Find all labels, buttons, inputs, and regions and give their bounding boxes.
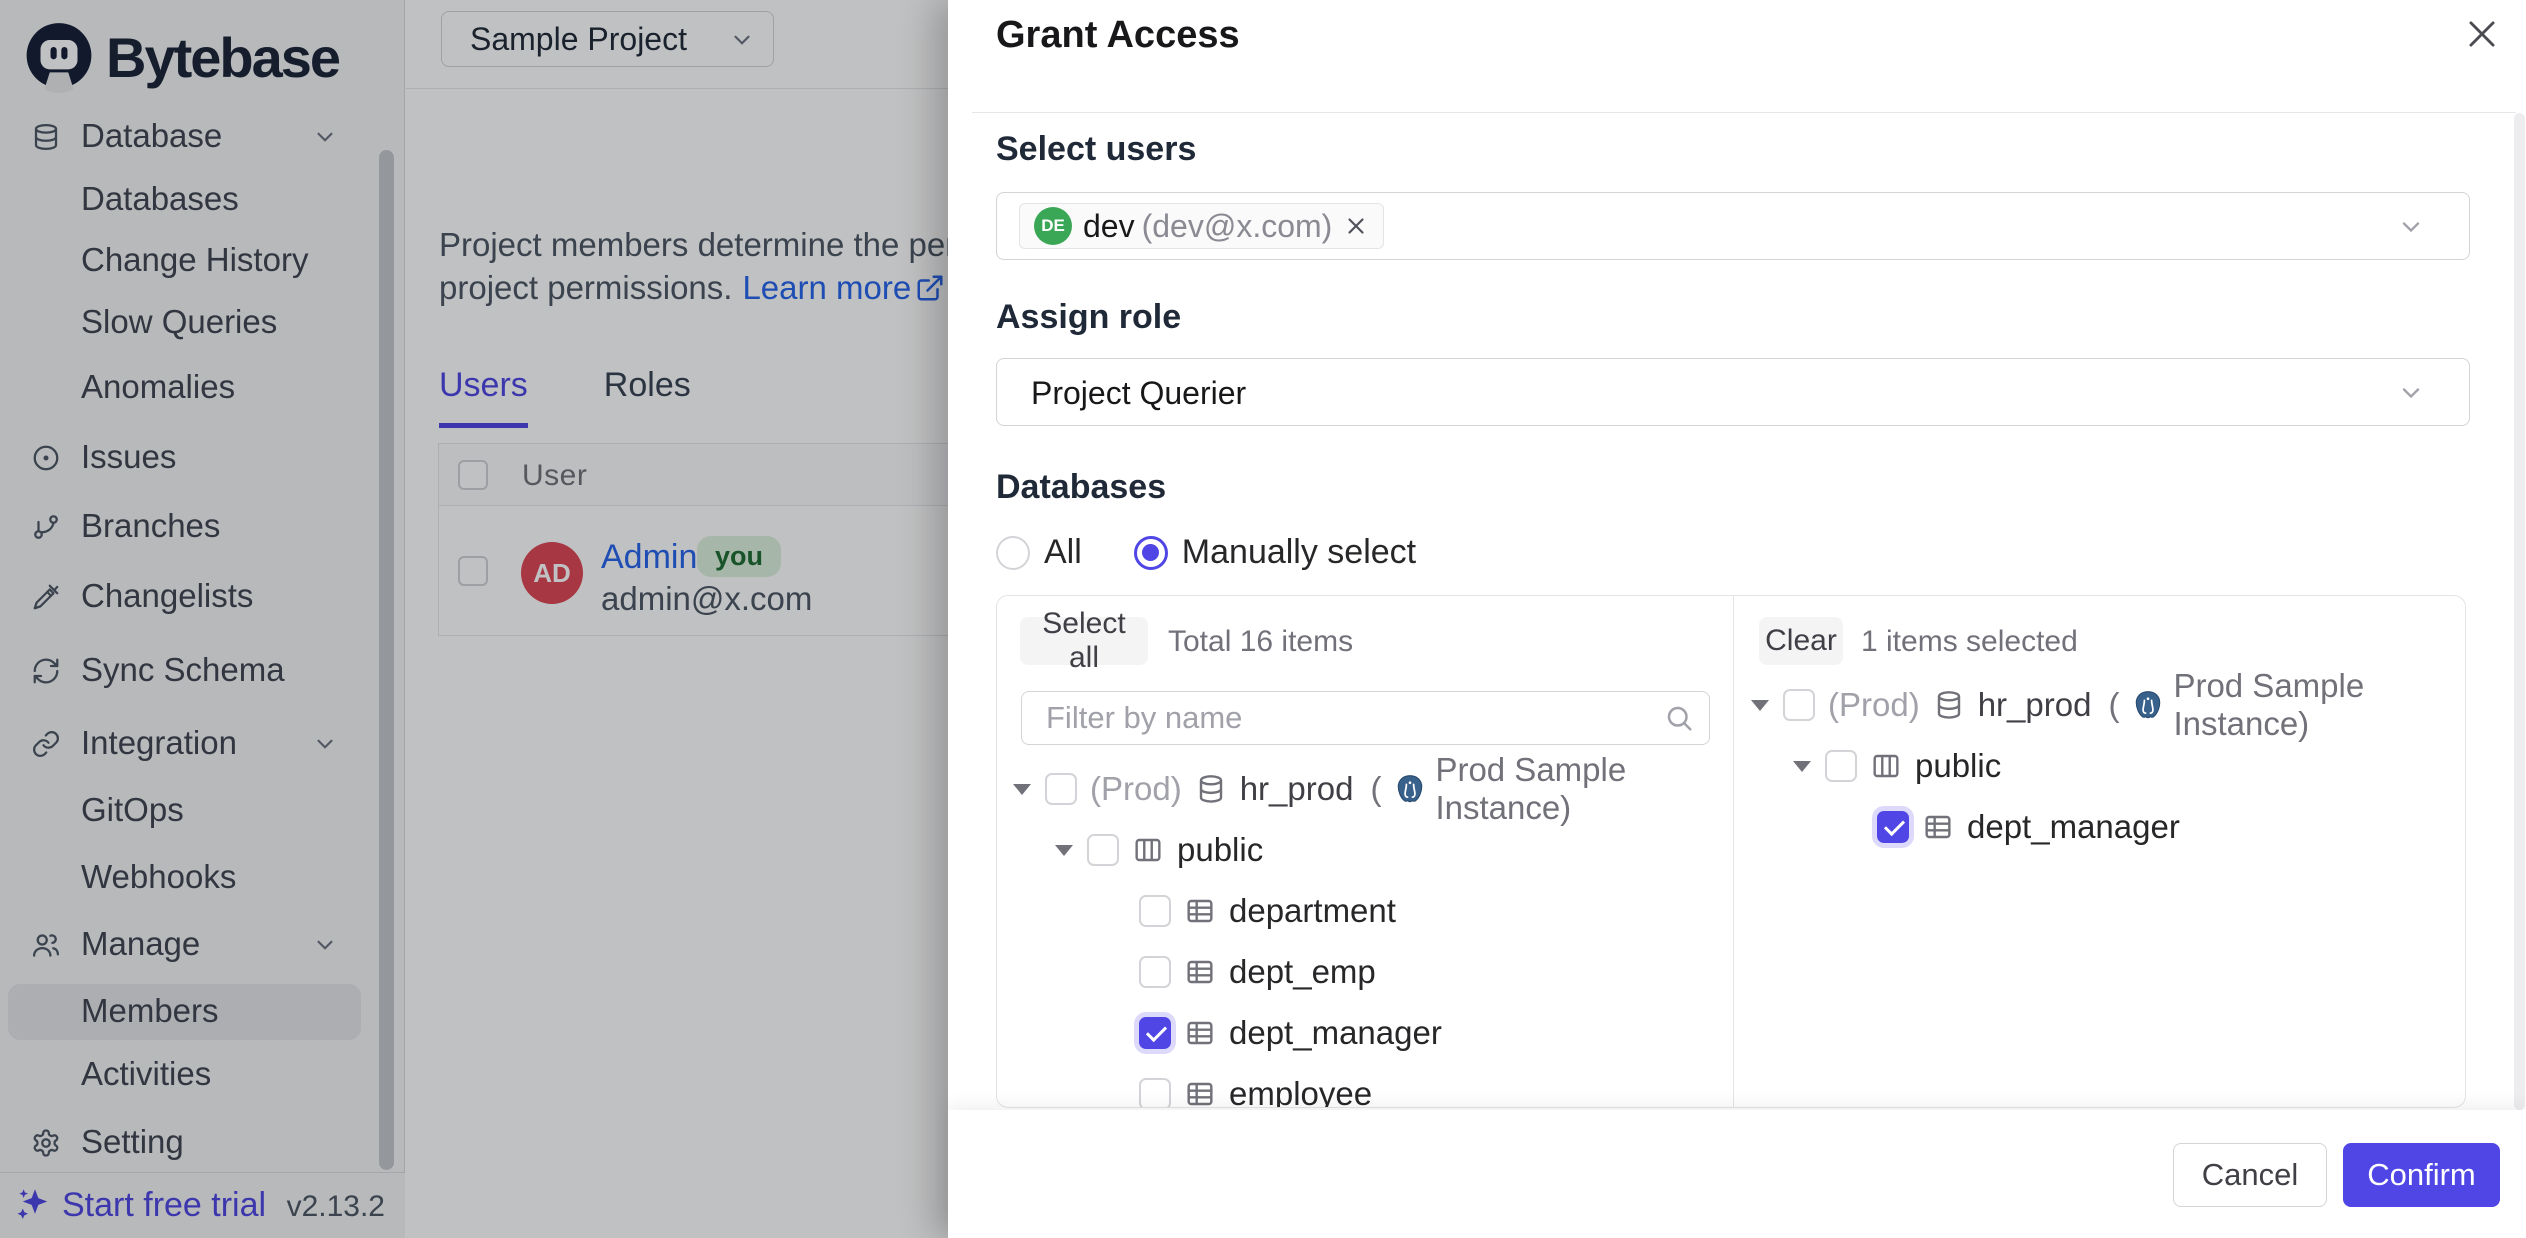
checkbox[interactable] [1045, 773, 1077, 805]
checkbox[interactable] [1139, 956, 1171, 988]
tree-node-table[interactable]: dept_manager [997, 1008, 1733, 1058]
table-icon [1922, 811, 1954, 843]
clear-button[interactable]: Clear [1759, 617, 1843, 665]
databases-label: Databases [996, 468, 1166, 507]
avatar: DE [1034, 207, 1072, 245]
drawer-scrollbar[interactable] [2514, 113, 2525, 1110]
user-chip-dev: DE dev (dev@x.com) [1019, 203, 1384, 249]
caret-icon[interactable] [1751, 700, 1769, 711]
users-multiselect[interactable]: DE dev (dev@x.com) [996, 192, 2470, 260]
drawer-title: Grant Access [996, 14, 1240, 57]
tree-node-table[interactable]: dept_emp [997, 947, 1733, 997]
postgresql-icon [1394, 773, 1426, 805]
checkbox[interactable] [1139, 1078, 1171, 1108]
chevron-down-icon [2397, 379, 2425, 407]
assign-role-label: Assign role [996, 298, 1181, 337]
schema-icon [1870, 750, 1902, 782]
cancel-button[interactable]: Cancel [2173, 1143, 2327, 1207]
postgresql-icon [2132, 689, 2164, 721]
tree-node-schema[interactable]: public [997, 825, 1733, 875]
source-pane: Select all Total 16 items (Prod) hr_prod… [997, 596, 1734, 1108]
role-select[interactable]: Project Querier [996, 358, 2470, 426]
caret-icon[interactable] [1013, 784, 1031, 795]
filter-field [1021, 691, 1710, 745]
checkbox-checked[interactable] [1877, 811, 1909, 843]
select-users-label: Select users [996, 130, 1196, 169]
select-all-button[interactable]: Select all [1020, 617, 1148, 665]
database-tree-transfer: Select all Total 16 items (Prod) hr_prod… [996, 595, 2466, 1108]
total-items-label: Total 16 items [1168, 625, 1353, 659]
chevron-down-icon [2397, 213, 2425, 241]
checkbox[interactable] [1783, 689, 1815, 721]
database-icon [1933, 689, 1965, 721]
search-icon [1664, 703, 1694, 733]
remove-chip-icon[interactable] [1343, 213, 1369, 239]
confirm-button[interactable]: Confirm [2343, 1143, 2500, 1207]
tree-node-table[interactable]: dept_manager [1735, 802, 2466, 852]
selected-count-label: 1 items selected [1861, 625, 2078, 659]
table-icon [1184, 895, 1216, 927]
close-button[interactable] [2458, 10, 2506, 58]
filter-input[interactable] [1021, 691, 1710, 745]
modal-backdrop[interactable] [0, 0, 948, 1238]
radio-all[interactable] [996, 536, 1030, 570]
tree-node-table[interactable]: employee [997, 1069, 1733, 1108]
caret-icon[interactable] [1055, 845, 1073, 856]
checkbox[interactable] [1825, 750, 1857, 782]
selected-pane: Clear 1 items selected (Prod) hr_prod ( … [1735, 596, 2466, 1108]
database-icon [1195, 773, 1227, 805]
checkbox[interactable] [1087, 834, 1119, 866]
table-icon [1184, 956, 1216, 988]
header-divider [972, 112, 2516, 113]
tree-node-schema[interactable]: public [1735, 741, 2466, 791]
tree-node-table[interactable]: department [997, 886, 1733, 936]
close-icon [2463, 15, 2501, 53]
schema-icon [1132, 834, 1164, 866]
radio-manually-select[interactable] [1134, 536, 1168, 570]
table-icon [1184, 1017, 1216, 1049]
drawer-footer: Cancel Confirm [948, 1110, 2526, 1238]
tree-node-database[interactable]: (Prod) hr_prod ( Prod Sample Instance) [1735, 680, 2466, 730]
grant-access-drawer: Grant Access Select users DE dev (dev@x.… [948, 0, 2526, 1238]
table-icon [1184, 1078, 1216, 1108]
checkbox-checked[interactable] [1139, 1017, 1171, 1049]
tree-node-database[interactable]: (Prod) hr_prod ( Prod Sample Instance) [997, 764, 1733, 814]
caret-icon[interactable] [1793, 761, 1811, 772]
checkbox[interactable] [1139, 895, 1171, 927]
database-scope-radios: All Manually select [996, 533, 1416, 572]
